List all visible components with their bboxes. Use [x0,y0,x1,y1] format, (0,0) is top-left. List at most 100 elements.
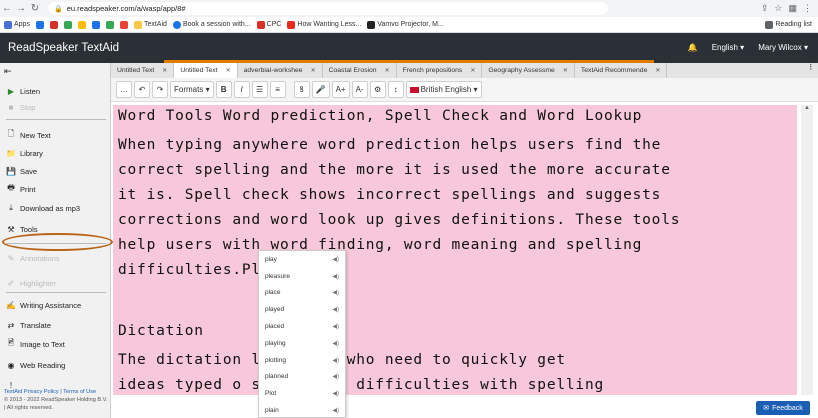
speaker-icon[interactable]: ◀) [332,323,339,330]
bookmark-icon[interactable] [49,20,58,29]
redo-icon[interactable]: ↷ [152,81,168,98]
spell-check-icon[interactable]: ꝸ [293,81,310,98]
suggestion-item[interactable]: played ◀) [259,301,345,318]
speaker-icon[interactable]: ◀) [332,289,339,296]
bookmark-apps[interactable]: Apps [4,20,30,29]
bookmark-vamvo[interactable]: Vamvo Projector, M... [367,20,444,29]
numbered-list-icon[interactable]: ≡ [269,81,286,98]
tab-document[interactable]: Coastal Erosion ✕ [323,63,397,78]
close-icon[interactable]: ✕ [385,67,390,74]
footer-links[interactable]: TextAid Privacy Policy | Terms of Use [4,388,110,396]
bullet-list-icon[interactable]: ☰ [251,81,268,98]
sidebar-item-annotations[interactable]: ✎ Annotations [0,250,111,266]
reading-list[interactable]: Reading list [765,20,818,29]
bookmark-textaid[interactable]: TextAid [133,20,167,29]
bookmark-cpc[interactable]: CPC [256,20,281,29]
speaker-icon[interactable]: ◀) [332,273,339,280]
editor-scrollbar[interactable]: ▲ [801,105,813,395]
more-button[interactable]: … [116,81,132,98]
suggestion-item[interactable]: play ◀) [259,251,345,268]
feedback-button[interactable]: ✉ Feedback [756,401,810,415]
collapse-sidebar-icon[interactable]: ⇤ [4,66,12,77]
menu-dots-icon[interactable]: ⋮ [803,3,812,14]
microphone-icon[interactable]: 🎤 [311,81,330,98]
suggestion-item[interactable]: playing ◀) [259,335,345,352]
tab-document[interactable]: French prepositions ✕ [397,63,483,78]
writing-icon: ✍ [6,300,16,310]
bookmark-icon[interactable] [35,20,44,29]
sidebar-item-writing-assistance[interactable]: ✍ Writing Assistance [0,297,111,313]
tabs-more-icon[interactable]: ⋮ [807,63,818,78]
extension-icon[interactable]: ▦ [788,3,797,14]
bookmark-book-session[interactable]: Book a session with... [172,20,251,29]
font-decrease-icon[interactable]: A- [351,81,368,98]
speaker-icon[interactable]: ◀) [332,256,339,263]
sidebar-item-translate[interactable]: ⇄ Translate [0,317,111,333]
url-bar[interactable]: 🔒 eu.readspeaker.com/a/wasp/app/8# [48,2,608,15]
share-icon[interactable]: ⇪ [761,3,769,14]
sidebar-item-print[interactable]: 🖶 Print [0,181,111,197]
close-icon[interactable]: ✕ [311,67,316,74]
bell-icon[interactable]: 🔔 [688,43,698,52]
speaker-icon[interactable]: ◀) [332,340,339,347]
suggestion-item[interactable]: plotting ◀) [259,352,345,369]
tab-document[interactable]: Geography Assessme ✕ [482,63,575,78]
settings-icon[interactable]: ⚙ [369,81,386,98]
suggestion-item[interactable]: planned ◀) [259,369,345,386]
star-icon[interactable]: ☆ [774,3,782,14]
back-icon[interactable]: ← [0,3,14,14]
scroll-up-icon[interactable]: ▲ [801,105,813,111]
sidebar-item-library[interactable]: 📁 Library [0,145,111,161]
download-icon: ⤓ [9,203,13,212]
suggestion-item[interactable]: Plot ◀) [259,385,345,402]
suggestion-item[interactable]: place ◀) [259,285,345,302]
highlighter-icon: ✐ [7,278,15,288]
suggestion-item[interactable]: placed ◀) [259,318,345,335]
undo-icon[interactable]: ↶ [134,81,150,98]
close-icon[interactable]: ✕ [655,67,660,74]
sidebar-item-highlighter[interactable]: ✐ Highlighter [0,275,111,291]
bookmark-icon[interactable] [119,20,128,29]
bookmark-icon[interactable] [91,20,100,29]
tab-document[interactable]: adverbial-workshee ✕ [238,63,323,78]
play-icon: ▶ [7,86,15,96]
speaker-icon[interactable]: ◀) [332,357,339,364]
reload-icon[interactable]: ↻ [28,3,42,14]
speaker-icon[interactable]: ◀) [332,373,339,380]
close-icon[interactable]: ✕ [162,67,167,74]
folder-icon: 📁 [6,148,16,158]
bold-button[interactable]: B [215,81,232,98]
italic-button[interactable]: I [233,81,250,98]
bookmark-icon[interactable] [105,20,114,29]
bookmark-how-wanting-less[interactable]: How Wanting Less... [287,20,361,29]
sidebar-footer: TextAid Privacy Policy | Terms of Use © … [4,388,110,412]
speaker-icon[interactable]: ◀) [332,407,339,414]
sidebar-item-image-to-text[interactable]: 🖻 Image to Text [0,336,111,352]
sidebar-item-listen[interactable]: ▶ Listen [0,83,111,99]
sidebar-item-save[interactable]: 💾 Save [0,163,111,179]
tab-document[interactable]: Untitled Text ✕ [111,63,175,78]
tab-document-active[interactable]: Untitled Text ✕ [174,63,238,78]
sidebar-item-stop[interactable]: ■ Stop [0,99,111,115]
close-icon[interactable]: ✕ [470,67,475,74]
language-dropdown[interactable]: British English ▾ [405,81,482,98]
suggestion-item[interactable]: pleasure ◀) [259,268,345,285]
sidebar-item-web-reading[interactable]: ◉ Web Reading [0,357,111,373]
formats-dropdown[interactable]: Formats ▾ [170,81,214,98]
sidebar-item-new-text[interactable]: 🗋 New Text [0,127,111,143]
suggestion-item[interactable]: plain ◀) [259,402,345,418]
tab-document[interactable]: TextAid Recommende ✕ [575,63,668,78]
bookmark-icon[interactable] [63,20,72,29]
speaker-icon[interactable]: ◀) [332,390,339,397]
speaker-icon[interactable]: ◀) [332,306,339,313]
line-spacing-icon[interactable]: ↕ [387,81,404,98]
language-menu[interactable]: English ▾ [712,43,745,52]
close-icon[interactable]: ✕ [226,67,231,74]
sidebar-item-download-mp3[interactable]: ⤓ Download as mp3 [0,200,111,216]
close-icon[interactable]: ✕ [563,67,568,74]
bookmark-icon[interactable] [77,20,86,29]
text-editor[interactable]: Word Tools Word prediction, Spell Check … [113,105,797,395]
font-increase-icon[interactable]: A+ [331,81,350,98]
user-menu[interactable]: Mary Wilcox ▾ [758,43,808,52]
forward-icon[interactable]: → [14,3,28,14]
